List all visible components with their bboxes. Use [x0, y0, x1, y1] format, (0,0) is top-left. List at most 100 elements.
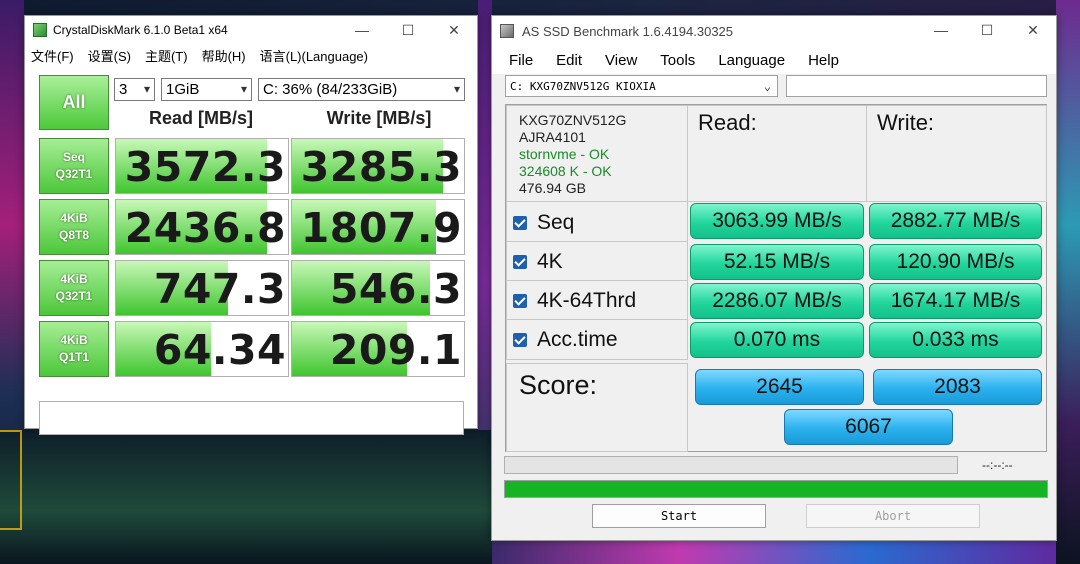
menu-theme[interactable]: 主题(T) — [145, 46, 188, 65]
test-size-value: 1GiB — [166, 81, 200, 98]
read-result-value: 2436.8 — [124, 204, 286, 252]
write-header-cell: Write: — [866, 105, 1047, 202]
checkbox-checked-icon[interactable] — [513, 333, 527, 347]
read-column-header: Read [MB/s] — [148, 108, 253, 128]
read-header: Read: — [698, 110, 757, 135]
score-read: 2645 — [695, 369, 864, 405]
results-grid: KXG70ZNV512G AJRA4101 stornvme - OK 3246… — [505, 104, 1047, 452]
asd-window-title: AS SSD Benchmark 1.6.4194.30325 — [522, 23, 734, 39]
chevron-down-icon: ▾ — [143, 82, 150, 96]
overall-progress-fill — [505, 481, 1047, 497]
score-write: 2083 — [873, 369, 1042, 405]
acctime-write-result: 0.033 ms — [869, 322, 1042, 358]
drive-firmware: AJRA4101 — [519, 129, 586, 145]
4kib-q8t8-button[interactable]: 4KiB Q8T8 — [39, 199, 109, 255]
close-icon[interactable]: ✕ — [431, 16, 477, 44]
write-result-value: 3285.3 — [300, 143, 462, 191]
test-params: Q8T8 — [58, 228, 89, 242]
score-total: 6067 — [784, 409, 953, 445]
seq-q32t1-button[interactable]: Seq Q32T1 — [39, 138, 109, 194]
read-result-value: 3572.3 — [124, 143, 286, 191]
4k64thrd-checkbox-label[interactable]: 4K-64Thrd — [513, 289, 636, 313]
write-result-value: 546.3 — [329, 265, 462, 313]
drive-model: KXG70ZNV512G — [519, 112, 627, 128]
checkbox-checked-icon[interactable] — [513, 294, 527, 308]
cdm-menubar: 文件(F) 设置(S) 主题(T) 帮助(H) 语言(L)(Language) — [25, 44, 477, 66]
drive-select-value: C: KXG70ZNV512G KIOXIA — [510, 79, 656, 93]
test-count-select[interactable]: 3 ▾ — [114, 78, 155, 101]
comment-input[interactable] — [39, 401, 464, 435]
4kib-q1t1-button[interactable]: 4KiB Q1T1 — [39, 321, 109, 377]
test-params: Q32T1 — [55, 167, 93, 181]
menu-help[interactable]: 帮助(H) — [202, 46, 246, 65]
checkbox-checked-icon[interactable] — [513, 255, 527, 269]
seq-read-result: 3063.99 MB/s — [690, 203, 864, 239]
test-params: Q32T1 — [55, 289, 93, 303]
read-header-cell: Read: — [687, 105, 867, 202]
test-progress-bar — [504, 456, 958, 474]
menu-view[interactable]: View — [605, 52, 637, 69]
seq-checkbox-label[interactable]: Seq — [513, 211, 574, 235]
menu-file[interactable]: 文件(F) — [31, 46, 74, 65]
close-icon[interactable]: ✕ — [1010, 16, 1056, 44]
menu-language[interactable]: 语言(L)(Language) — [260, 46, 368, 65]
menu-settings[interactable]: 设置(S) — [88, 46, 131, 65]
read-result-value: 64.34 — [153, 326, 286, 374]
cdm-window-controls: — ☐ ✕ — [339, 16, 477, 44]
chevron-down-icon: ▾ — [240, 82, 247, 96]
abort-button[interactable]: Abort — [806, 504, 980, 528]
menu-edit[interactable]: Edit — [556, 52, 582, 69]
elapsed-time: --:--:-- — [982, 458, 1013, 472]
asd-menubar: File Edit View Tools Language Help — [492, 46, 1056, 74]
row-label: 4K — [537, 250, 563, 273]
cdm-window-title: CrystalDiskMark 6.1.0 Beta1 x64 — [53, 23, 228, 37]
write-result-value: 1807.9 — [300, 204, 462, 252]
drive-path-field[interactable] — [786, 75, 1047, 97]
menu-file[interactable]: File — [509, 52, 533, 69]
read-result-cell: 2436.8 — [115, 199, 289, 255]
4k64thrd-read-result: 2286.07 MB/s — [690, 283, 864, 319]
checkbox-checked-icon[interactable] — [513, 216, 527, 230]
read-result-cell: 64.34 — [115, 321, 289, 377]
menu-help[interactable]: Help — [808, 52, 839, 69]
overall-progress-bar — [504, 480, 1048, 498]
read-result-cell: 3572.3 — [115, 138, 289, 194]
4kib-q32t1-button[interactable]: 4KiB Q32T1 — [39, 260, 109, 316]
maximize-icon[interactable]: ☐ — [964, 16, 1010, 44]
4k64thrd-row-label-cell: 4K-64Thrd — [506, 280, 688, 320]
test-name: 4KiB — [60, 333, 88, 347]
crystaldiskmark-app-icon — [33, 23, 47, 37]
minimize-icon[interactable]: — — [918, 16, 964, 44]
drive-capacity: 476.94 GB — [519, 180, 586, 196]
acctime-checkbox-label[interactable]: Acc.time — [513, 328, 618, 352]
minimize-icon[interactable]: — — [339, 16, 385, 44]
seq-write-result: 2882.77 MB/s — [869, 203, 1042, 239]
4k-checkbox-label[interactable]: 4K — [513, 250, 563, 274]
start-button[interactable]: Start — [592, 504, 766, 528]
score-label: Score: — [519, 370, 598, 400]
all-tests-button[interactable]: All — [39, 75, 109, 130]
test-name: 4KiB — [60, 211, 88, 225]
chevron-down-icon: ▾ — [453, 82, 460, 96]
drive-select[interactable]: C: 36% (84/233GiB) ▾ — [258, 78, 465, 101]
menu-language[interactable]: Language — [718, 52, 785, 69]
acctime-row-label-cell: Acc.time — [506, 319, 688, 360]
crystaldiskmark-window: CrystalDiskMark 6.1.0 Beta1 x64 — ☐ ✕ 文件… — [24, 15, 478, 435]
4k-write-result: 120.90 MB/s — [869, 244, 1042, 280]
menu-tools[interactable]: Tools — [660, 52, 695, 69]
drive-alignment-status: 324608 K - OK — [519, 163, 612, 179]
test-size-select[interactable]: 1GiB ▾ — [161, 78, 252, 101]
desktop-wallpaper-strip — [492, 540, 1056, 564]
row-label: 4K-64Thrd — [537, 289, 637, 312]
drive-info-panel: KXG70ZNV512G AJRA4101 stornvme - OK 3246… — [506, 105, 688, 202]
maximize-icon[interactable]: ☐ — [385, 16, 431, 44]
cdm-main-panel: All 3 ▾ 1GiB ▾ C: 36% (84/233GiB) ▾ Read… — [25, 66, 477, 435]
test-name: 4KiB — [60, 272, 88, 286]
test-params: Q1T1 — [58, 350, 89, 364]
write-column-header: Write [MB/s] — [326, 108, 432, 128]
drive-driver-status: stornvme - OK — [519, 146, 610, 162]
4k64thrd-write-result: 1674.17 MB/s — [869, 283, 1042, 319]
drive-select[interactable]: C: KXG70ZNV512G KIOXIA ⌄ — [505, 75, 778, 97]
as-ssd-window: AS SSD Benchmark 1.6.4194.30325 — ☐ ✕ Fi… — [491, 15, 1057, 541]
as-ssd-app-icon — [500, 24, 514, 38]
